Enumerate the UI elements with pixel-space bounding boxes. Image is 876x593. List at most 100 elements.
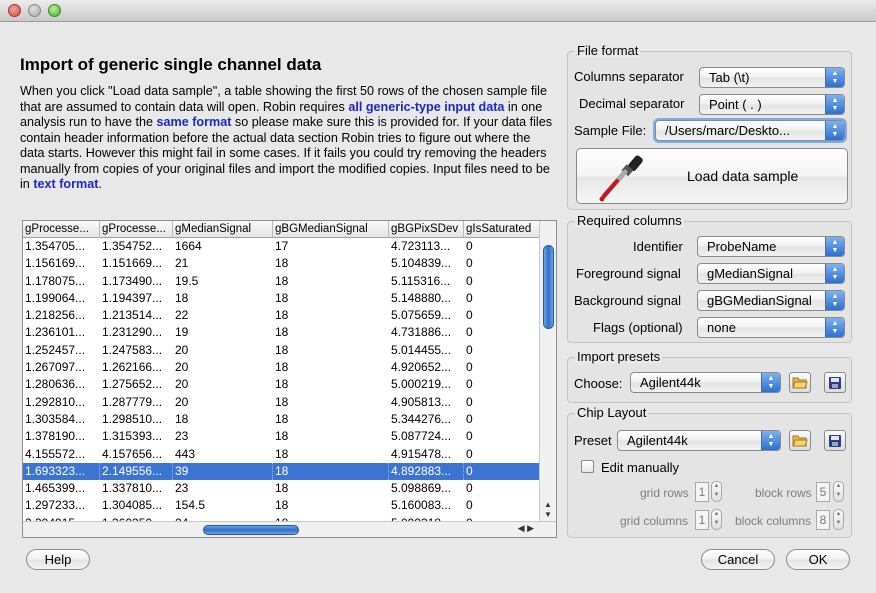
import-preset-select[interactable]: Agilent44k ▲ ▼	[630, 372, 781, 393]
close-window-button[interactable]	[8, 4, 21, 17]
table-row[interactable]: 1.252457... 1.247583... 20 18 5.014455... 0	[23, 342, 541, 359]
grid-columns-stepper[interactable]: ▲ ▼	[711, 509, 722, 530]
table-cell: 1.231290...	[102, 325, 163, 340]
decimal-separator-select[interactable]: Point ( . ) ▲ ▼	[699, 94, 845, 115]
table-row[interactable]: 1.303584... 1.298510... 18 18 5.344276... 0	[23, 411, 541, 428]
flags-select[interactable]: none ▲ ▼	[697, 317, 845, 338]
table-row[interactable]: 1.292810... 1.287779... 20 18 4.905813... 0	[23, 394, 541, 411]
block-columns-field[interactable]: 8	[816, 510, 830, 530]
table-row[interactable]: 1.267097... 1.262166... 20 18 4.920652... 0	[23, 359, 541, 376]
table-cell: 4.731886...	[391, 325, 452, 340]
table-cell: 19	[175, 325, 189, 340]
vertical-scroll-thumb[interactable]	[543, 245, 554, 329]
table-cell: 21	[175, 256, 189, 271]
save-preset-button[interactable]	[824, 372, 846, 393]
table-cell: 1.297233...	[25, 498, 86, 513]
horizontal-scrollbar[interactable]: ◀ ▶	[23, 521, 556, 537]
load-data-sample-button[interactable]: Load data sample	[576, 148, 848, 204]
block-columns-stepper[interactable]: ▲ ▼	[833, 509, 844, 530]
table-cell: 18	[275, 377, 289, 392]
edit-manually-checkbox[interactable]	[581, 460, 594, 473]
table-cell: 1.236101...	[25, 325, 86, 340]
column-header[interactable]: gMedianSignal	[173, 221, 273, 238]
table-cell: 18	[175, 290, 189, 305]
horizontal-scroll-arrows[interactable]: ◀ ▶	[518, 523, 534, 534]
table-row[interactable]: 1.465399... 1.337810... 23 18 5.098869... 0	[23, 480, 541, 497]
table-row[interactable]: 1.693323... 2.149556... 39 18 4.892883... 0	[23, 462, 541, 481]
column-header[interactable]: gIsSaturated	[464, 221, 541, 238]
floppy-disk-icon	[829, 377, 841, 389]
save-chip-layout-button[interactable]	[824, 430, 846, 451]
table-cell: 1.303584...	[25, 411, 86, 426]
table-cell: 20	[175, 342, 189, 357]
cancel-button[interactable]: Cancel	[701, 549, 775, 570]
table-cell: 1.354705...	[25, 239, 86, 253]
help-button[interactable]: Help	[26, 549, 90, 570]
block-rows-field[interactable]: 5	[816, 482, 830, 502]
table-cell: 1.280636...	[25, 377, 86, 392]
foreground-signal-select[interactable]: gMedianSignal ▲ ▼	[697, 263, 845, 284]
table-row[interactable]: 1.218256... 1.213514... 22 18 5.075659... 0	[23, 307, 541, 324]
table-cell: 23	[175, 429, 189, 444]
table-cell: 1.292810...	[25, 394, 86, 409]
open-chip-layout-button[interactable]	[789, 430, 811, 451]
zoom-window-button[interactable]	[48, 4, 61, 17]
sample-file-label: Sample File:	[574, 123, 647, 138]
horizontal-scroll-thumb[interactable]	[203, 525, 299, 535]
identifier-select[interactable]: ProbeName ▲ ▼	[697, 236, 845, 257]
chevron-updown-icon: ▲ ▼	[761, 373, 780, 392]
text-format-link[interactable]: text format	[33, 177, 98, 191]
block-rows-label: block rows	[755, 486, 812, 500]
columns-separator-select[interactable]: Tab (\t) ▲ ▼	[699, 67, 845, 88]
vertical-scrollbar[interactable]: ▲ ▼	[539, 221, 556, 522]
background-signal-select[interactable]: gBGMedianSignal ▲ ▼	[697, 290, 845, 311]
table-row[interactable]: 1.156169... 1.151669... 21 18 5.104839... 0	[23, 255, 541, 272]
table-row[interactable]: 1.378190... 1.315393... 23 18 5.087724... 0	[23, 428, 541, 445]
chevron-updown-icon: ▲ ▼	[825, 121, 844, 140]
column-header[interactable]: gBGPixSDev	[389, 221, 464, 238]
table-cell: 0	[466, 239, 473, 253]
column-header[interactable]: gProcesse...	[100, 221, 173, 238]
table-cell: 1664	[175, 239, 202, 253]
minimize-window-button[interactable]	[28, 4, 41, 17]
all-generic-input-link[interactable]: all generic-type input data	[348, 100, 504, 114]
column-header[interactable]: gBGMedianSignal	[273, 221, 389, 238]
same-format-link[interactable]: same format	[157, 115, 232, 129]
table-row[interactable]: 1.280636... 1.275652... 20 18 5.000219... 0	[23, 376, 541, 393]
ok-button[interactable]: OK	[786, 549, 850, 570]
edit-manually-label: Edit manually	[601, 460, 680, 475]
table-cell: 4.157656...	[102, 446, 163, 461]
chip-preset-select[interactable]: Agilent44k ▲ ▼	[617, 430, 781, 451]
open-preset-button[interactable]	[789, 372, 811, 393]
table-cell: 5.104839...	[391, 256, 452, 271]
table-row[interactable]: 1.236101... 1.231290... 19 18 4.731886... 0	[23, 324, 541, 341]
table-cell: 5.075659...	[391, 308, 452, 323]
table-cell: 443	[175, 446, 196, 461]
scroll-arrows[interactable]: ▲ ▼	[542, 500, 554, 520]
table-cell: 0	[466, 308, 473, 323]
load-data-sample-label: Load data sample	[687, 168, 799, 184]
grid-rows-label: grid rows	[640, 486, 689, 500]
table-row[interactable]: 1.199064... 1.194397... 18 18 5.148880... 0	[23, 290, 541, 307]
table-row[interactable]: 1.297233... 1.304085... 154.5 18 5.160083...…	[23, 497, 541, 514]
grid-rows-field[interactable]: 1	[695, 482, 709, 502]
block-rows-stepper[interactable]: ▲ ▼	[833, 481, 844, 502]
title-bar	[0, 0, 876, 22]
grid-columns-field[interactable]: 1	[695, 510, 709, 530]
table-row[interactable]: 1.354705... 1.354752... 1664 17 4.723113... 0	[23, 238, 541, 255]
table-row[interactable]: 1.178075... 1.173490... 19.5 18 5.115316... 0	[23, 273, 541, 290]
column-header[interactable]: gProcesse...	[23, 221, 100, 238]
floppy-disk-icon	[829, 435, 841, 447]
table-cell: 1.304085...	[102, 498, 163, 513]
table-cell: 1.693323...	[23, 462, 100, 481]
table-row[interactable]: 4.155572... 4.157656... 443 18 4.915478... 0	[23, 446, 541, 463]
table-cell: 1.378190...	[25, 429, 86, 444]
foreground-signal-value: gMedianSignal	[707, 266, 794, 281]
intro-text-4: .	[98, 177, 102, 191]
data-sample-table[interactable]: gProcesse... gProcesse... gMedianSignal …	[22, 220, 557, 538]
sample-file-select[interactable]: /Users/marc/Deskto... ▲ ▼	[655, 120, 845, 141]
table-cell: 0	[466, 394, 473, 409]
table-cell: 18	[175, 411, 189, 426]
grid-rows-stepper[interactable]: ▲ ▼	[711, 481, 722, 502]
table-cell: 1.337810...	[102, 481, 163, 496]
